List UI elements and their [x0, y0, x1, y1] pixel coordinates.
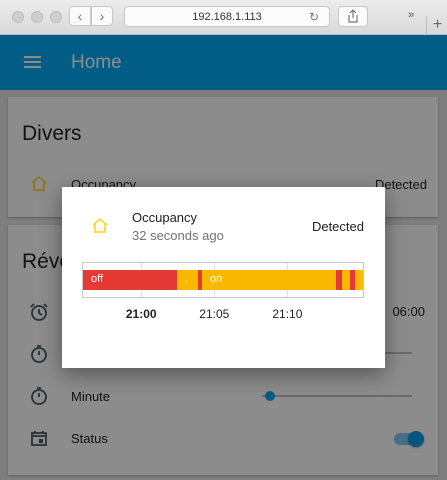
segment-label: on [210, 273, 223, 285]
new-tab-button[interactable]: + [426, 16, 447, 34]
chevron-left-icon: ‹ [77, 8, 83, 24]
address-text: 192.168.1.113 [192, 10, 262, 23]
share-icon [348, 9, 358, 23]
more-tabs-icon[interactable]: » [408, 9, 414, 21]
timeline-segment-on[interactable] [342, 270, 351, 290]
x-tick-label: 21:05 [199, 307, 230, 321]
share-button[interactable] [338, 6, 368, 27]
forward-button[interactable]: › [91, 6, 113, 26]
more-info-dialog: Occupancy 32 seconds ago Detected off. on… [62, 187, 385, 368]
timeline-start-marker [83, 270, 84, 290]
address-bar[interactable]: 192.168.1.113 ↻ [124, 6, 330, 27]
minimize-window-button[interactable] [31, 11, 43, 23]
x-tick-label: 21:00 [125, 307, 157, 321]
entity-name: Occupancy [132, 210, 198, 225]
zoom-window-button[interactable] [50, 11, 62, 23]
home-icon [92, 217, 108, 233]
timeline-segment-on[interactable] [354, 270, 363, 290]
chevron-right-icon: › [99, 8, 105, 24]
segment-label: . [184, 273, 188, 285]
segment-label: off [91, 273, 104, 285]
browser-toolbar: ‹ › 192.168.1.113 ↻ » + [0, 0, 447, 35]
entity-state: Detected [311, 219, 364, 234]
x-tick-label: 21:10 [272, 307, 303, 321]
close-window-button[interactable] [12, 11, 24, 23]
reload-icon[interactable]: ↻ [309, 10, 319, 24]
state-history-timeline[interactable]: off. on [82, 262, 364, 298]
last-changed: 32 seconds ago [132, 228, 224, 243]
back-button[interactable]: ‹ [69, 6, 91, 26]
